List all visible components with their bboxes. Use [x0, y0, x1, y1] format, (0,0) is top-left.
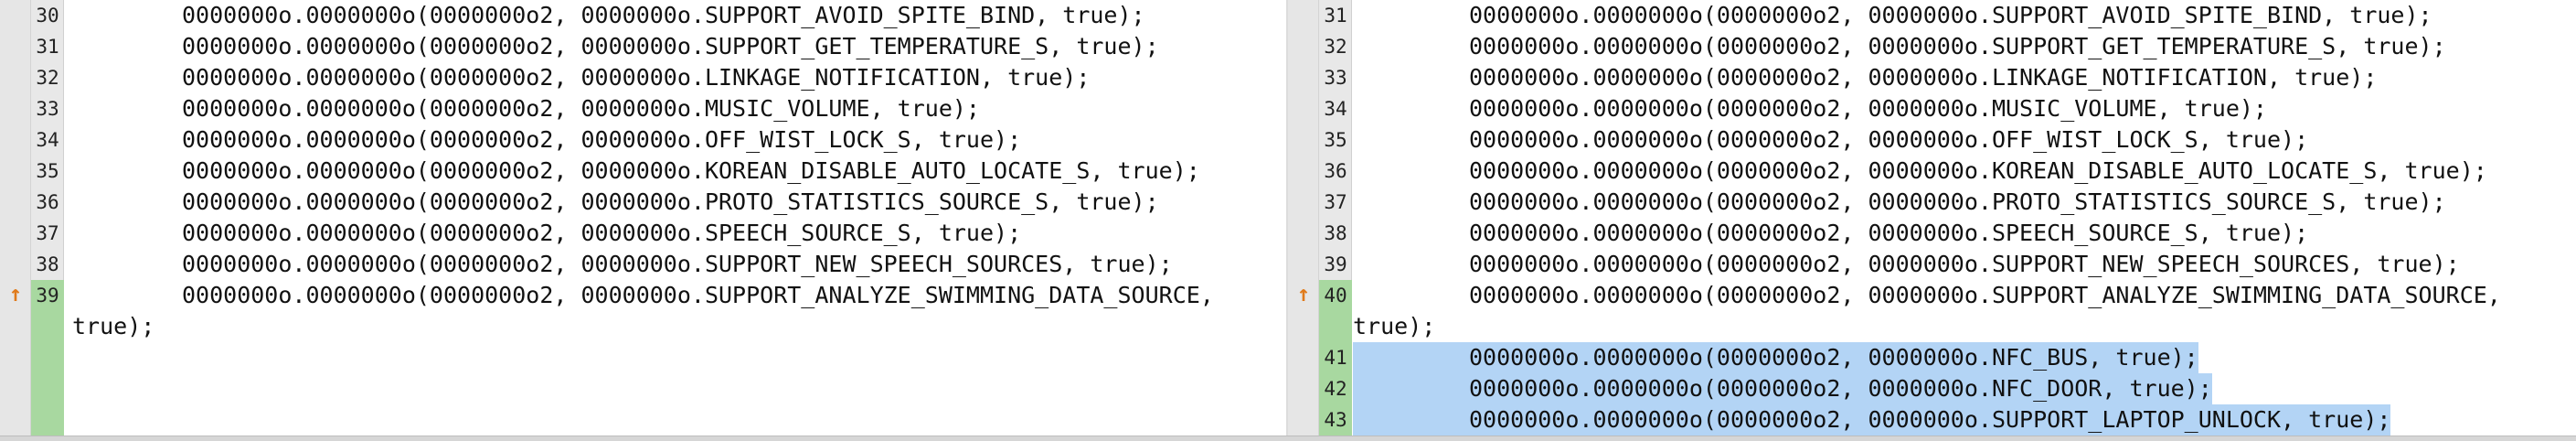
line-number: 34: [1324, 98, 1347, 120]
code-line: 0000000o.0000000o(0000000o2, 0000000o.SU…: [182, 2, 1145, 28]
code-line: 0000000o.0000000o(0000000o2, 0000000o.SU…: [1469, 251, 2460, 277]
added-line-number: 41: [1319, 342, 1352, 373]
added-line-number: 43: [1319, 404, 1352, 436]
code-line: 0000000o.0000000o(0000000o2, 0000000o.SU…: [182, 251, 1173, 277]
code-line: 0000000o.0000000o(0000000o2, 0000000o.PR…: [182, 188, 1159, 215]
up-arrow-icon[interactable]: ↑: [6, 282, 25, 306]
code-line-wrap: true);: [1353, 313, 1436, 339]
right-marker-gutter: ↑: [1288, 0, 1319, 436]
line-number: 34: [36, 129, 59, 151]
code-line: 0000000o.0000000o(0000000o2, 0000000o.OF…: [1469, 126, 2309, 153]
code-line: 0000000o.0000000o(0000000o2, 0000000o.MU…: [182, 95, 980, 122]
code-line: 0000000o.0000000o(0000000o2, 0000000o.SP…: [182, 220, 1022, 246]
up-arrow-icon[interactable]: ↑: [1294, 282, 1313, 306]
line-number: 37: [1324, 191, 1347, 213]
line-number: 36: [1324, 160, 1347, 182]
code-line: 0000000o.0000000o(0000000o2, 0000000o.SU…: [182, 33, 1159, 59]
left-line-numbers: 30 31 32 33 34 35 36 37 38 39: [31, 0, 64, 436]
line-number: 33: [36, 98, 59, 120]
added-line-number: 42: [1319, 373, 1352, 404]
line-number: 32: [1324, 36, 1347, 58]
code-line: 0000000o.0000000o(0000000o2, 0000000o.LI…: [1469, 64, 2378, 91]
code-line: 0000000o.0000000o(0000000o2, 0000000o.KO…: [1469, 157, 2487, 184]
code-line: 0000000o.0000000o(0000000o2, 0000000o.SP…: [1469, 220, 2309, 246]
line-number: 30: [36, 5, 59, 27]
code-line: 0000000o.0000000o(0000000o2, 0000000o.SU…: [1469, 33, 2446, 59]
line-number: 35: [1324, 129, 1347, 151]
left-code: 0000000o.0000000o(0000000o2, 0000000o.SU…: [65, 0, 1286, 436]
code-line: 0000000o.0000000o(0000000o2, 0000000o.LI…: [182, 64, 1091, 91]
line-number: 31: [1324, 5, 1347, 27]
code-line: 0000000o.0000000o(0000000o2, 0000000o.OF…: [182, 126, 1022, 153]
line-number: 38: [36, 253, 59, 275]
added-code-line: 0000000o.0000000o(0000000o2, 0000000o.NF…: [1353, 342, 2576, 373]
left-marker-gutter: ↑: [0, 0, 31, 436]
changed-line-number: 39: [31, 280, 64, 436]
horizontal-scrollbar[interactable]: [0, 436, 2576, 441]
line-number: 35: [36, 160, 59, 182]
code-line-wrap: true);: [72, 313, 155, 339]
right-pane[interactable]: ↑ 31 32 33 34 35 36 37 38 39 40 41 42 43…: [1288, 0, 2576, 436]
code-line: 0000000o.0000000o(0000000o2, 0000000o.SU…: [1469, 282, 2501, 308]
line-number: 37: [36, 222, 59, 244]
line-number: 32: [36, 67, 59, 89]
added-code-line: 0000000o.0000000o(0000000o2, 0000000o.NF…: [1353, 373, 2576, 404]
line-number: 39: [1324, 253, 1347, 275]
right-code: 0000000o.0000000o(0000000o2, 0000000o.SU…: [1353, 0, 2576, 436]
changed-line-number: 40: [1319, 280, 1352, 342]
line-number: 33: [1324, 67, 1347, 89]
added-code-line: 0000000o.0000000o(0000000o2, 0000000o.SU…: [1353, 404, 2576, 436]
line-number: 36: [36, 191, 59, 213]
code-line: 0000000o.0000000o(0000000o2, 0000000o.MU…: [1469, 95, 2267, 122]
code-line: 0000000o.0000000o(0000000o2, 0000000o.KO…: [182, 157, 1200, 184]
code-line: 0000000o.0000000o(0000000o2, 0000000o.PR…: [1469, 188, 2446, 215]
code-line: 0000000o.0000000o(0000000o2, 0000000o.SU…: [1469, 2, 2432, 28]
left-pane[interactable]: ↑ 30 31 32 33 34 35 36 37 38 39 0000000o…: [0, 0, 1287, 436]
line-number: 38: [1324, 222, 1347, 244]
line-number: 31: [36, 36, 59, 58]
diff-viewer: ↑ 30 31 32 33 34 35 36 37 38 39 0000000o…: [0, 0, 2576, 441]
code-line: 0000000o.0000000o(0000000o2, 0000000o.SU…: [182, 282, 1214, 308]
right-line-numbers: 31 32 33 34 35 36 37 38 39 40 41 42 43: [1319, 0, 1352, 436]
